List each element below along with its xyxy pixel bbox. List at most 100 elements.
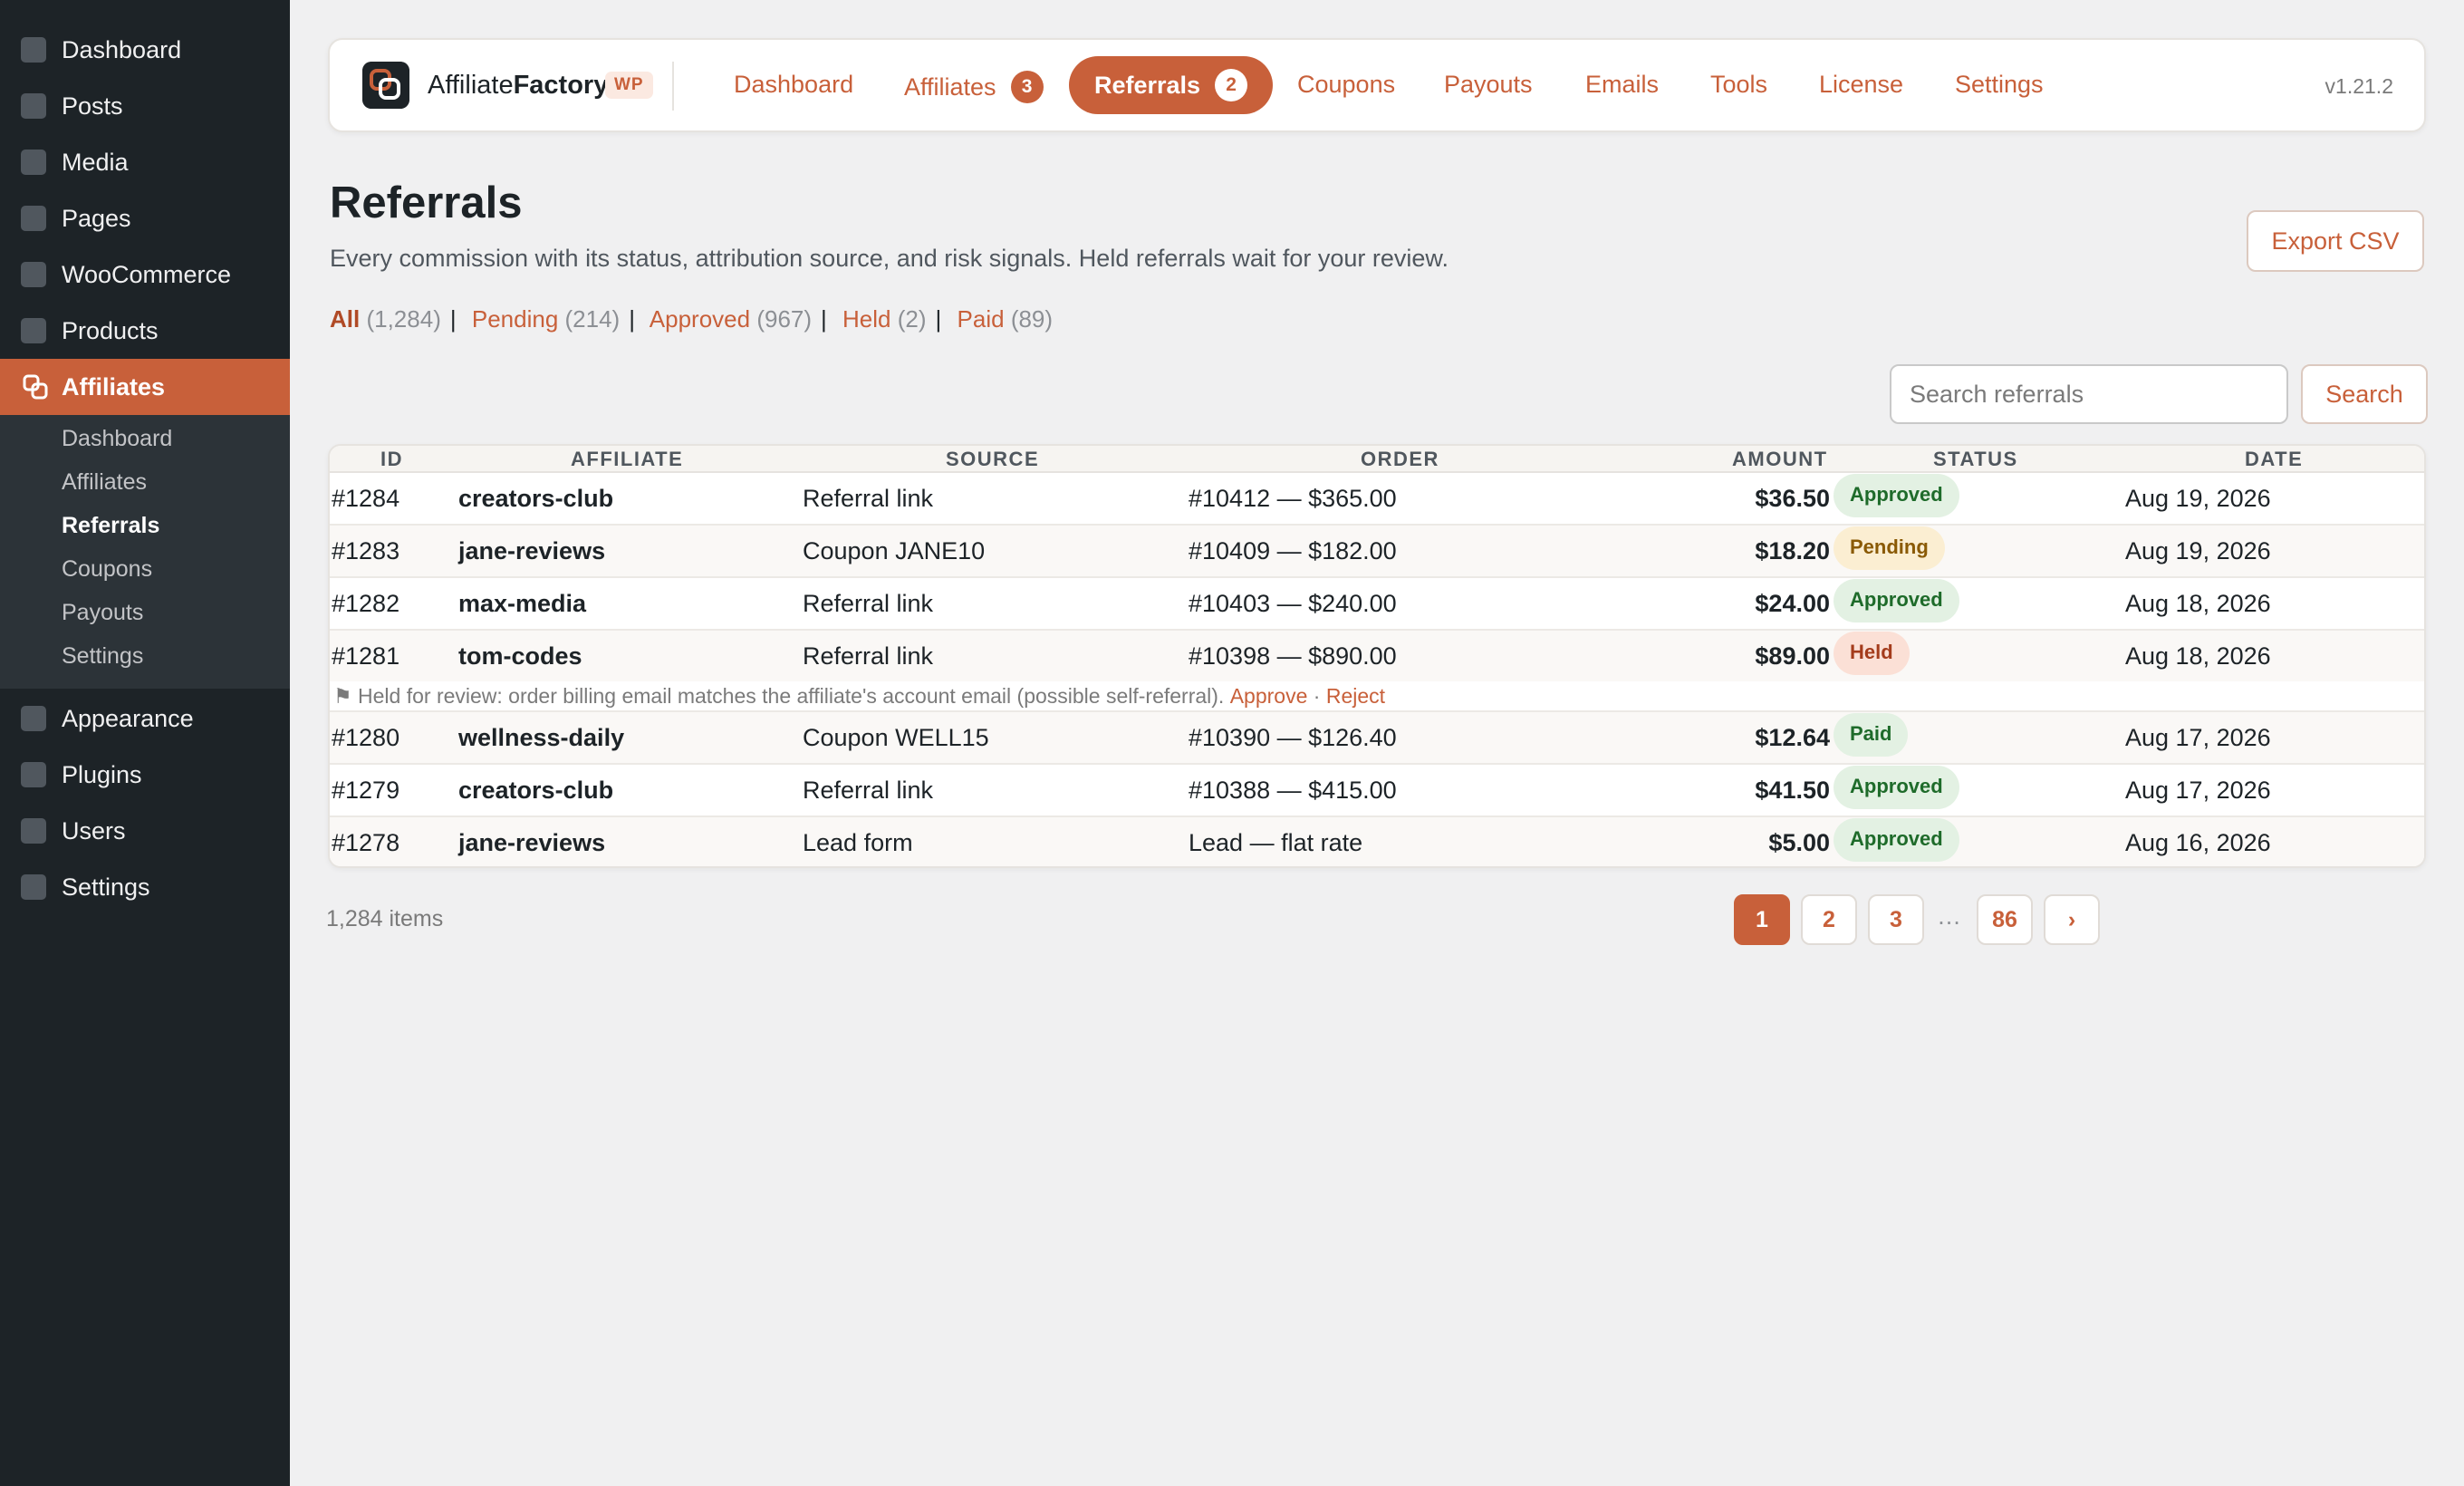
- referral-date: Aug 16, 2026: [2125, 828, 2271, 856]
- table-row[interactable]: #1282 max-media Referral link #10403 — $…: [330, 578, 2424, 631]
- affiliate-name[interactable]: creators-club: [458, 473, 613, 524]
- table-row[interactable]: #1281 tom-codes Referral link #10398 — $…: [330, 631, 2424, 683]
- table-row[interactable]: #1279 creators-club Referral link #10388…: [330, 765, 2424, 817]
- order-link[interactable]: #10388 — $415.00: [1189, 765, 1397, 815]
- commission-amount: $18.20: [1755, 536, 1830, 564]
- tab-settings[interactable]: Settings: [1955, 71, 2044, 99]
- sidebar-item-label: Media: [62, 148, 129, 176]
- commission-amount: $36.50: [1755, 484, 1830, 512]
- page-86-button[interactable]: 86: [1977, 894, 2033, 945]
- affiliate-name[interactable]: max-media: [458, 578, 586, 629]
- submenu-item-referrals[interactable]: Referrals: [62, 513, 159, 539]
- reject-link[interactable]: Reject: [1326, 684, 1385, 709]
- page-3-button[interactable]: 3: [1868, 894, 1924, 945]
- column-header-status[interactable]: STATUS: [1933, 446, 2018, 473]
- sidebar-item-posts[interactable]: Posts: [0, 78, 290, 134]
- submenu-item-coupons[interactable]: Coupons: [62, 556, 152, 583]
- affiliate-name[interactable]: jane-reviews: [458, 526, 605, 576]
- affiliate-name[interactable]: jane-reviews: [458, 817, 605, 866]
- referral-id: #1282: [332, 589, 400, 617]
- affiliate-name[interactable]: tom-codes: [458, 631, 582, 681]
- order-link[interactable]: #10398 — $890.00: [1189, 631, 1397, 681]
- approve-link[interactable]: Approve: [1230, 684, 1308, 709]
- referral-id: #1279: [332, 776, 400, 804]
- tab-tools[interactable]: Tools: [1710, 71, 1767, 99]
- sidebar-item-appearance[interactable]: Appearance: [0, 690, 290, 747]
- sidebar-item-label: Dashboard: [62, 35, 182, 63]
- status-badge: Pending: [1834, 526, 1945, 570]
- products-icon: [21, 318, 46, 343]
- order-link[interactable]: #10390 — $126.40: [1189, 712, 1397, 763]
- tab-emails[interactable]: Emails: [1585, 71, 1659, 99]
- page-description: Every commission with its status, attrib…: [330, 245, 1449, 272]
- sidebar-item-label: Plugins: [62, 760, 142, 788]
- page-2-button[interactable]: 2: [1801, 894, 1857, 945]
- sidebar-item-label: Affiliates: [62, 372, 166, 400]
- filter-pending[interactable]: Pending: [472, 305, 558, 333]
- column-header-date[interactable]: DATE: [2245, 446, 2303, 473]
- search-input[interactable]: [1890, 364, 2288, 424]
- pages-icon: [21, 206, 46, 231]
- tab-license[interactable]: License: [1819, 71, 1903, 99]
- filter-approved[interactable]: Approved: [650, 305, 750, 333]
- submenu-item-settings[interactable]: Settings: [62, 643, 143, 670]
- sidebar-item-settings[interactable]: Settings: [0, 859, 290, 915]
- table-row[interactable]: #1280 wellness-daily Coupon WELL15 #1039…: [330, 712, 2424, 765]
- sidebar-item-woocommerce[interactable]: WooCommerce: [0, 246, 290, 303]
- referral-source: Referral link: [803, 776, 934, 804]
- table-row[interactable]: #1284 creators-club Referral link #10412…: [330, 473, 2424, 526]
- filter-separator: |: [629, 305, 635, 333]
- filter-held[interactable]: Held: [842, 305, 890, 333]
- next-page-button[interactable]: ›: [2044, 894, 2100, 945]
- table-row[interactable]: #1278 jane-reviews Lead form Lead — flat…: [330, 817, 2424, 866]
- filter-all[interactable]: All: [330, 305, 360, 333]
- flag-icon: ⚑: [333, 683, 352, 708]
- submenu-item-dashboard[interactable]: Dashboard: [62, 426, 172, 452]
- sidebar-item-media[interactable]: Media: [0, 134, 290, 190]
- status-badge: Approved: [1834, 766, 1959, 809]
- table-header: ID AFFILIATE SOURCE ORDER AMOUNT STATUS …: [330, 446, 2424, 473]
- submenu-item-affiliates[interactable]: Affiliates: [62, 469, 147, 496]
- submenu-item-payouts[interactable]: Payouts: [62, 600, 143, 626]
- status-filter-links: All (1,284) | Pending (214) | Approved (96…: [330, 305, 1053, 333]
- affiliates-icon: [23, 374, 48, 400]
- tab-dashboard[interactable]: Dashboard: [734, 71, 853, 99]
- affiliate-name[interactable]: creators-club: [458, 765, 613, 815]
- tab-payouts[interactable]: Payouts: [1444, 71, 1533, 99]
- export-csv-button[interactable]: Export CSV: [2247, 210, 2424, 272]
- sidebar-item-pages[interactable]: Pages: [0, 190, 290, 246]
- version-label: v1.21.2: [2324, 74, 2393, 98]
- sidebar-item-plugins[interactable]: Plugins: [0, 747, 290, 803]
- filter-separator: |: [821, 305, 827, 333]
- column-header-id[interactable]: ID: [380, 446, 403, 473]
- filter-paid[interactable]: Paid: [958, 305, 1005, 333]
- column-header-amount[interactable]: AMOUNT: [1732, 446, 1828, 473]
- referral-source: Lead form: [803, 828, 913, 856]
- order-link[interactable]: #10409 — $182.00: [1189, 526, 1397, 576]
- wp-badge: WP: [605, 72, 653, 99]
- users-icon: [21, 818, 46, 844]
- order-link[interactable]: #10412 — $365.00: [1189, 473, 1397, 524]
- column-header-affiliate[interactable]: AFFILIATE: [571, 446, 683, 473]
- status-badge: Approved: [1834, 579, 1959, 622]
- held-review-note: ⚑ Held for review: order billing email m…: [333, 681, 1385, 710]
- sidebar-item-affiliates[interactable]: Affiliates: [0, 359, 290, 415]
- tab-affiliates[interactable]: Affiliates 3: [904, 71, 1044, 103]
- tab-referrals[interactable]: Referrals 2: [1069, 56, 1274, 114]
- tab-coupons[interactable]: Coupons: [1297, 71, 1395, 99]
- affiliate-name[interactable]: wellness-daily: [458, 712, 624, 763]
- order-link[interactable]: #10403 — $240.00: [1189, 578, 1397, 629]
- column-header-source[interactable]: SOURCE: [946, 446, 1039, 473]
- sidebar-item-dashboard[interactable]: Dashboard: [0, 22, 290, 78]
- sidebar-item-label: Users: [62, 816, 126, 844]
- referral-id: #1278: [332, 828, 400, 856]
- table-row[interactable]: #1283 jane-reviews Coupon JANE10 #10409 …: [330, 526, 2424, 578]
- referral-date: Aug 19, 2026: [2125, 484, 2271, 512]
- filter-paid-count: (89): [1010, 305, 1054, 333]
- sidebar-item-users[interactable]: Users: [0, 803, 290, 859]
- sidebar-item-products[interactable]: Products: [0, 303, 290, 359]
- page-1-button[interactable]: 1: [1734, 894, 1790, 945]
- column-header-order[interactable]: ORDER: [1361, 446, 1439, 473]
- filter-held-count: (2): [897, 305, 927, 333]
- search-button[interactable]: Search: [2301, 364, 2428, 424]
